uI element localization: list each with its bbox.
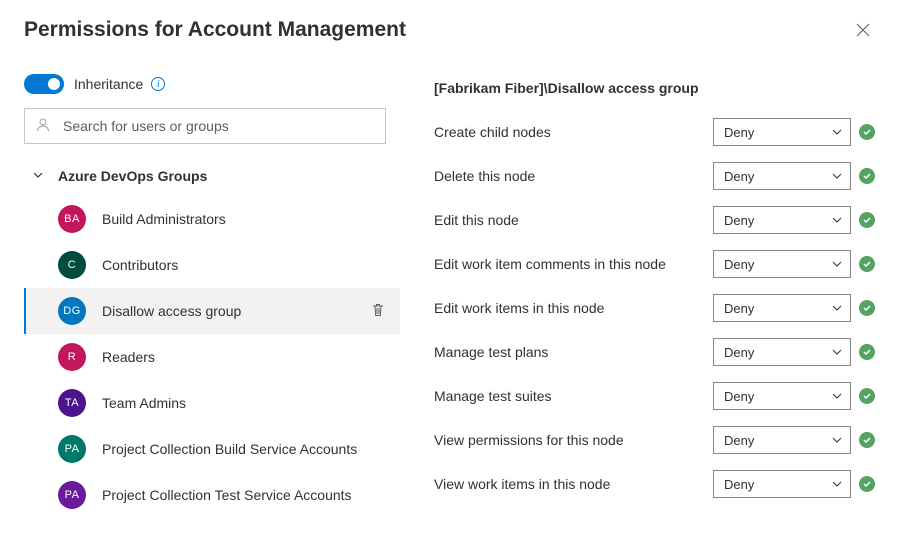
status-ok-icon — [859, 256, 875, 272]
permission-value: Deny — [724, 169, 754, 184]
status-ok-icon — [859, 168, 875, 184]
group-label: Readers — [102, 349, 392, 365]
group-item[interactable]: PA Project Collection Test Service Accoun… — [24, 472, 400, 518]
search-box[interactable] — [24, 108, 386, 144]
status-ok-icon — [859, 124, 875, 140]
permission-label: Edit work items in this node — [434, 300, 713, 316]
status-ok-icon — [859, 388, 875, 404]
avatar: DG — [58, 297, 86, 325]
group-item[interactable]: BA Build Administrators — [24, 196, 400, 242]
status-ok-icon — [859, 476, 875, 492]
permission-value: Deny — [724, 301, 754, 316]
info-icon[interactable]: i — [151, 77, 165, 91]
inheritance-label: Inheritance — [74, 76, 143, 92]
group-item[interactable]: R Readers — [24, 334, 400, 380]
right-panel: [Fabrikam Fiber]\Disallow access group C… — [400, 74, 875, 518]
avatar: PA — [58, 435, 86, 463]
search-input[interactable] — [61, 117, 375, 135]
chevron-down-icon — [32, 168, 44, 184]
permission-row: Create child nodes Deny — [434, 118, 875, 146]
status-ok-icon — [859, 432, 875, 448]
page-title: Permissions for Account Management — [24, 18, 406, 42]
status-ok-icon — [859, 300, 875, 316]
permission-select[interactable]: Deny — [713, 470, 851, 498]
permission-select[interactable]: Deny — [713, 294, 851, 322]
chevron-down-icon — [832, 215, 842, 225]
permission-select[interactable]: Deny — [713, 382, 851, 410]
left-panel: Inheritance i Azure DevOps Groups BA Buil… — [24, 74, 400, 518]
group-item[interactable]: PA Project Collection Build Service Accou… — [24, 426, 400, 472]
permission-value: Deny — [724, 257, 754, 272]
permission-value: Deny — [724, 125, 754, 140]
permission-label: Delete this node — [434, 168, 713, 184]
permission-value: Deny — [724, 213, 754, 228]
permission-value: Deny — [724, 477, 754, 492]
permission-value: Deny — [724, 389, 754, 404]
permission-label: View permissions for this node — [434, 432, 713, 448]
group-label: Project Collection Test Service Accounts — [102, 487, 392, 503]
status-ok-icon — [859, 344, 875, 360]
permission-label: Create child nodes — [434, 124, 713, 140]
permission-row: Edit this node Deny — [434, 206, 875, 234]
group-item[interactable]: DG Disallow access group — [24, 288, 400, 334]
permission-row: Manage test suites Deny — [434, 382, 875, 410]
avatar: C — [58, 251, 86, 279]
permission-row: Edit work item comments in this node Deny — [434, 250, 875, 278]
chevron-down-icon — [832, 479, 842, 489]
group-label: Build Administrators — [102, 211, 392, 227]
chevron-down-icon — [832, 347, 842, 357]
permission-row: View work items in this node Deny — [434, 470, 875, 498]
status-ok-icon — [859, 212, 875, 228]
permission-select[interactable]: Deny — [713, 206, 851, 234]
close-icon — [855, 25, 871, 41]
group-item[interactable]: C Contributors — [24, 242, 400, 288]
close-button[interactable] — [851, 18, 875, 45]
chevron-down-icon — [832, 303, 842, 313]
chevron-down-icon — [832, 435, 842, 445]
permission-row: Edit work items in this node Deny — [434, 294, 875, 322]
permission-select[interactable]: Deny — [713, 162, 851, 190]
permission-label: Manage test plans — [434, 344, 713, 360]
permission-row: Manage test plans Deny — [434, 338, 875, 366]
permission-select[interactable]: Deny — [713, 118, 851, 146]
group-label: Contributors — [102, 257, 392, 273]
permission-value: Deny — [724, 345, 754, 360]
permission-select[interactable]: Deny — [713, 338, 851, 366]
permission-row: View permissions for this node Deny — [434, 426, 875, 454]
groups-section-header[interactable]: Azure DevOps Groups — [24, 162, 400, 190]
avatar: BA — [58, 205, 86, 233]
delete-icon[interactable] — [370, 302, 392, 321]
inheritance-toggle[interactable] — [24, 74, 64, 94]
permission-label: View work items in this node — [434, 476, 713, 492]
group-label: Team Admins — [102, 395, 392, 411]
permission-value: Deny — [724, 433, 754, 448]
permission-select[interactable]: Deny — [713, 426, 851, 454]
permission-row: Delete this node Deny — [434, 162, 875, 190]
person-icon — [35, 117, 61, 136]
selected-group-title: [Fabrikam Fiber]\Disallow access group — [434, 80, 875, 96]
permission-select[interactable]: Deny — [713, 250, 851, 278]
avatar: R — [58, 343, 86, 371]
group-label: Project Collection Build Service Account… — [102, 441, 392, 457]
chevron-down-icon — [832, 127, 842, 137]
chevron-down-icon — [832, 391, 842, 401]
avatar: PA — [58, 481, 86, 509]
group-item[interactable]: TA Team Admins — [24, 380, 400, 426]
groups-section-label: Azure DevOps Groups — [58, 168, 207, 184]
avatar: TA — [58, 389, 86, 417]
chevron-down-icon — [832, 171, 842, 181]
group-label: Disallow access group — [102, 303, 370, 319]
chevron-down-icon — [832, 259, 842, 269]
permission-label: Edit this node — [434, 212, 713, 228]
permission-label: Manage test suites — [434, 388, 713, 404]
permission-label: Edit work item comments in this node — [434, 256, 713, 272]
